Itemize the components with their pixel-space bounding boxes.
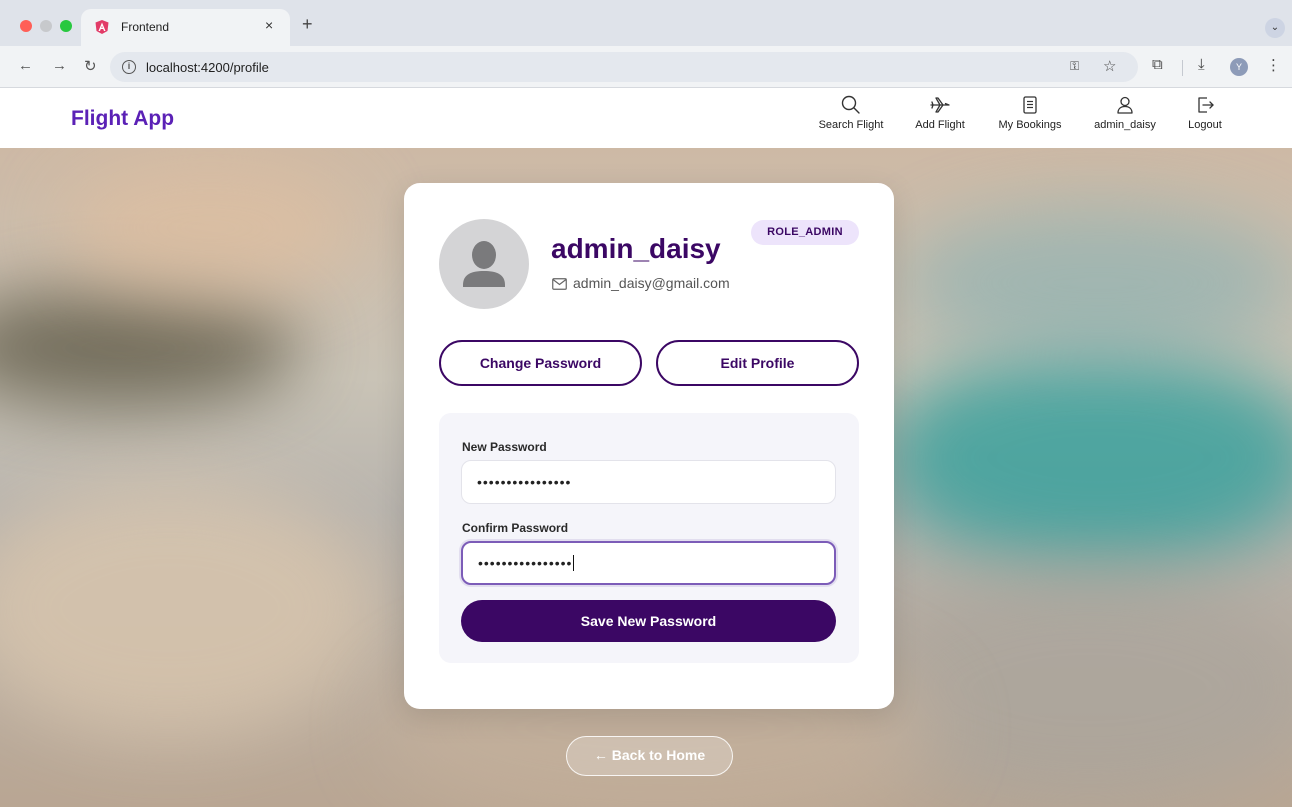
bookmark-star-icon[interactable]: ☆ [1103, 57, 1116, 75]
brand-logo[interactable]: Flight App [71, 107, 174, 131]
avatar [439, 219, 529, 309]
change-password-form: New Password •••••••••••••••• Confirm Pa… [439, 413, 859, 663]
nav-label: My Bookings [998, 119, 1062, 131]
profile-email-text: admin_daisy@gmail.com [573, 275, 730, 291]
maximize-window-button[interactable] [60, 20, 72, 32]
minimize-window-button[interactable] [40, 20, 52, 32]
tab-close-icon[interactable]: × [265, 17, 273, 33]
back-arrow-icon[interactable]: ← [18, 57, 33, 74]
profile-username: admin_daisy [551, 233, 721, 264]
address-bar[interactable]: i localhost:4200/profile ⚿ ☆ [110, 52, 1138, 82]
nav-label: Search Flight [818, 119, 884, 131]
confirm-password-input[interactable]: •••••••••••••••• [461, 541, 836, 585]
browser-tab[interactable]: Frontend × [81, 9, 290, 46]
bookings-icon [1023, 96, 1037, 114]
role-badge: ROLE_ADMIN [751, 220, 859, 245]
search-icon [841, 95, 860, 114]
browser-tab-bar: Frontend × + ⌄ [0, 0, 1292, 46]
user-icon [1117, 96, 1133, 114]
browser-toolbar: ← → ↻ i localhost:4200/profile ⚿ ☆ ⧉ ⤓ Y… [0, 46, 1292, 88]
password-key-icon[interactable]: ⚿ [1070, 59, 1079, 74]
nav-label: Add Flight [915, 119, 965, 131]
confirm-password-value: •••••••••••••••• [478, 555, 573, 571]
tab-search-button[interactable]: ⌄ [1265, 18, 1285, 38]
site-info-icon[interactable]: i [122, 60, 136, 74]
nav-label: admin_daisy [1094, 119, 1156, 131]
save-new-password-button[interactable]: Save New Password [461, 600, 836, 642]
toolbar-separator [1182, 60, 1183, 76]
mail-icon [552, 278, 567, 290]
close-window-button[interactable] [20, 20, 32, 32]
new-password-input[interactable]: •••••••••••••••• [461, 460, 836, 504]
nav-logout[interactable]: Logout [1160, 94, 1250, 131]
airplane-icon [930, 97, 950, 113]
new-tab-button[interactable]: + [302, 14, 313, 35]
url-text[interactable]: localhost:4200/profile [146, 60, 269, 75]
new-password-label: New Password [462, 440, 547, 454]
nav-user-profile[interactable]: admin_daisy [1080, 94, 1170, 131]
profile-card: admin_daisy admin_daisy@gmail.com ROLE_A… [404, 183, 894, 709]
tab-title: Frontend [121, 20, 170, 34]
new-password-value: •••••••••••••••• [477, 474, 572, 490]
download-icon[interactable]: ⤓ [1198, 56, 1205, 73]
angular-icon [95, 20, 109, 34]
reload-icon[interactable]: ↻ [84, 57, 97, 75]
nav-label: Logout [1188, 119, 1222, 131]
nav-add-flight[interactable]: Add Flight [895, 94, 985, 131]
back-to-home-button[interactable]: ← Back to Home [566, 736, 733, 776]
extensions-icon[interactable]: ⧉ [1152, 56, 1163, 73]
profile-email: admin_daisy@gmail.com [552, 275, 730, 291]
change-password-button[interactable]: Change Password [439, 340, 642, 386]
browser-menu-icon[interactable]: ⋮ [1266, 56, 1281, 74]
logout-icon [1198, 97, 1214, 113]
edit-profile-button[interactable]: Edit Profile [656, 340, 859, 386]
app-header: Flight App Search Flight Add Flight My B… [0, 88, 1292, 148]
user-silhouette-icon [463, 241, 505, 287]
profile-avatar-icon[interactable]: Y [1230, 58, 1248, 76]
text-caret [573, 555, 575, 571]
nav-my-bookings[interactable]: My Bookings [985, 94, 1075, 131]
confirm-password-label: Confirm Password [462, 521, 569, 535]
forward-arrow-icon[interactable]: → [52, 57, 67, 74]
nav-search-flight[interactable]: Search Flight [806, 94, 896, 131]
